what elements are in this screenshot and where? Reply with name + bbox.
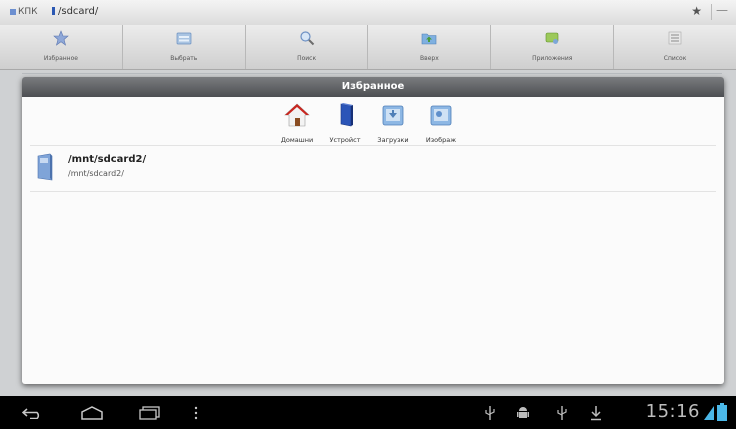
favorite-label: Устройст bbox=[329, 136, 361, 144]
downloads-icon bbox=[382, 105, 404, 126]
shortcuts-divider bbox=[30, 145, 716, 146]
images-icon bbox=[430, 105, 452, 126]
root-location-button[interactable]: КПК bbox=[10, 7, 38, 17]
toolbar-search-button[interactable]: Поиск bbox=[246, 25, 369, 69]
path-text: /sdcard/ bbox=[58, 6, 99, 17]
dialog-title: Избранное bbox=[22, 77, 724, 97]
list-icon bbox=[668, 31, 682, 45]
entry-divider bbox=[30, 191, 716, 192]
toolbar-select-button[interactable]: Выбрать bbox=[123, 25, 246, 69]
toolbar-label: Выбрать bbox=[170, 55, 198, 62]
toolbar-label: Приложения bbox=[532, 55, 573, 62]
bookmark-star-icon[interactable]: ★ bbox=[691, 4, 702, 18]
favorite-label: Загрузки bbox=[377, 136, 409, 144]
menu-icon[interactable] bbox=[194, 406, 198, 420]
toolbar-label: Поиск bbox=[297, 55, 317, 62]
favorite-home[interactable]: Домашни bbox=[272, 99, 322, 144]
star-icon bbox=[53, 30, 69, 46]
device-icon bbox=[10, 8, 16, 15]
toolbar-favorites-button[interactable]: Избранное bbox=[0, 25, 123, 69]
back-icon[interactable] bbox=[22, 407, 44, 419]
main-toolbar: Избранное Выбрать Поиск Вверх Приложения bbox=[0, 25, 736, 70]
address-bar: КПК /sdcard/ ★ — bbox=[0, 0, 736, 26]
home-nav-icon[interactable] bbox=[80, 406, 104, 420]
android-debug-icon bbox=[517, 407, 529, 418]
current-path[interactable]: /sdcard/ bbox=[52, 6, 98, 17]
entry-name: /mnt/sdcard2/ bbox=[68, 154, 147, 165]
favorite-label: Изображ bbox=[425, 136, 457, 144]
clock: 15:16 bbox=[645, 401, 700, 422]
toolbar-apps-button[interactable]: Приложения bbox=[491, 25, 615, 69]
home-icon bbox=[284, 103, 310, 127]
toolbar-list-button[interactable]: Список bbox=[614, 25, 736, 69]
root-label: КПК bbox=[18, 7, 38, 17]
usb-icon bbox=[485, 406, 495, 420]
sdcard-icon bbox=[52, 7, 55, 15]
device-icon bbox=[340, 103, 353, 127]
select-icon bbox=[176, 32, 192, 45]
download-icon bbox=[591, 406, 601, 421]
sdcard-icon bbox=[37, 153, 53, 181]
list-item[interactable]: /mnt/sdcard2/ /mnt/sdcard2/ bbox=[34, 151, 714, 191]
favorite-label: Домашни bbox=[280, 136, 314, 144]
address-divider bbox=[711, 4, 712, 20]
toolbar-label: Список bbox=[663, 55, 687, 62]
toolbar-label: Избранное bbox=[43, 55, 78, 62]
toolbar-label: Вверх bbox=[420, 55, 439, 62]
battery-icon bbox=[717, 403, 727, 421]
favorite-device[interactable]: Устройст bbox=[320, 99, 370, 144]
background-divider bbox=[22, 73, 722, 74]
recent-apps-icon[interactable] bbox=[138, 406, 162, 420]
favorite-downloads[interactable]: Загрузки bbox=[368, 99, 418, 144]
favorites-dialog: Избранное Домашни Устройст Загрузки Изоб… bbox=[22, 77, 724, 384]
usb-icon bbox=[557, 406, 567, 420]
toolbar-up-button[interactable]: Вверх bbox=[368, 25, 492, 69]
apps-icon bbox=[545, 32, 559, 44]
signal-icon bbox=[704, 406, 714, 420]
minimize-button[interactable]: — bbox=[716, 3, 728, 17]
search-icon bbox=[299, 31, 314, 46]
favorites-shortcuts: Домашни Устройст Загрузки Изображ bbox=[272, 99, 532, 149]
entry-path: /mnt/sdcard2/ bbox=[68, 169, 124, 178]
system-bar: 15:16 bbox=[0, 396, 736, 429]
folder-up-icon bbox=[422, 33, 437, 45]
favorite-images[interactable]: Изображ bbox=[416, 99, 466, 144]
